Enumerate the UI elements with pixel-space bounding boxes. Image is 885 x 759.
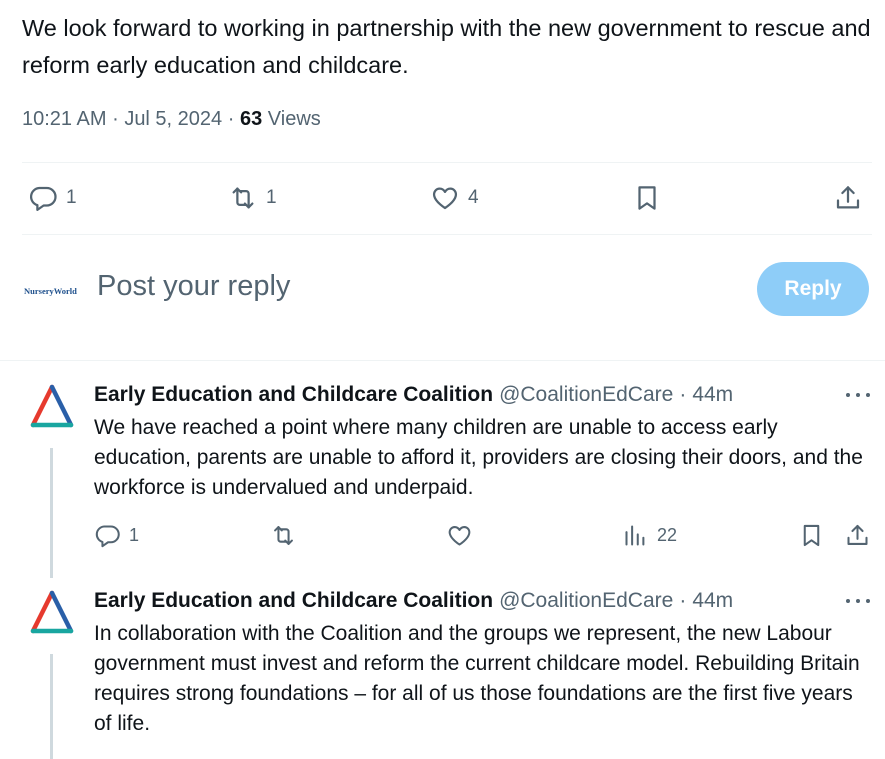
- reply-header: Early Education and Childcare Coalition …: [94, 589, 733, 613]
- bookmark-action[interactable]: [632, 183, 662, 213]
- like-action[interactable]: 4: [430, 183, 479, 213]
- user-avatar[interactable]: NurseryWorld: [24, 282, 80, 300]
- divider: [22, 234, 872, 235]
- bookmark-icon: [638, 186, 656, 210]
- bookmark-action[interactable]: [798, 522, 825, 549]
- reply-button[interactable]: Reply: [757, 262, 869, 316]
- reply-text: In collaboration with the Coalition and …: [94, 622, 860, 735]
- post-text: We look forward to working in partnershi…: [22, 15, 871, 78]
- thread-line: [50, 654, 53, 759]
- share-action[interactable]: [844, 522, 871, 549]
- heart-icon: [448, 526, 471, 546]
- repost-count: 1: [266, 187, 277, 208]
- post-date[interactable]: Jul 5, 2024: [124, 108, 222, 130]
- share-icon: [847, 524, 868, 545]
- share-icon: [836, 186, 860, 209]
- divider: [0, 360, 885, 361]
- reply-action[interactable]: 1: [94, 522, 139, 549]
- author-name[interactable]: Early Education and Childcare Coalition: [94, 383, 493, 407]
- repost-action[interactable]: [270, 522, 297, 549]
- like-count: 4: [468, 187, 479, 208]
- author-name[interactable]: Early Education and Childcare Coalition: [94, 589, 493, 613]
- reply-action[interactable]: 1: [28, 183, 77, 213]
- coalition-logo-avatar[interactable]: [27, 588, 77, 638]
- comment-icon: [30, 186, 57, 211]
- comment-icon: [95, 525, 120, 548]
- reply-text: We have reached a point where many child…: [94, 416, 863, 499]
- analytics-icon: [625, 525, 645, 546]
- view-count: 22: [657, 525, 678, 545]
- author-handle[interactable]: @CoalitionEdCare: [499, 383, 673, 407]
- author-handle[interactable]: @CoalitionEdCare: [499, 589, 673, 613]
- more-options-icon[interactable]: [846, 390, 870, 400]
- header-separator: ·: [679, 383, 687, 406]
- repost-action[interactable]: 1: [228, 183, 277, 213]
- views-count: 63: [239, 108, 263, 130]
- bookmark-icon: [803, 524, 820, 547]
- like-action[interactable]: [446, 522, 473, 549]
- views-action[interactable]: 22: [622, 522, 677, 549]
- reply-header: Early Education and Childcare Coalition …: [94, 383, 733, 407]
- post-meta: 10:21 AM · Jul 5, 2024 · 63 Views: [22, 108, 321, 131]
- reply-count: 1: [129, 525, 140, 545]
- meta-separator: ·: [112, 108, 119, 130]
- divider: [22, 162, 872, 163]
- heart-icon: [432, 187, 458, 210]
- post-timestamp[interactable]: 44m: [692, 383, 733, 407]
- coalition-logo-avatar[interactable]: [27, 382, 77, 432]
- meta-separator: ·: [227, 108, 235, 130]
- repost-icon: [274, 526, 293, 545]
- header-separator: ·: [679, 589, 687, 612]
- reply-count: 1: [66, 187, 77, 208]
- reply-input[interactable]: Post your reply: [97, 270, 290, 303]
- thread-line: [50, 448, 53, 578]
- more-options-icon[interactable]: [846, 596, 870, 606]
- views-label: Views: [267, 108, 321, 130]
- repost-icon: [232, 187, 254, 209]
- share-action[interactable]: [833, 183, 863, 213]
- post-time[interactable]: 10:21 AM: [22, 108, 107, 130]
- post-timestamp[interactable]: 44m: [692, 589, 733, 613]
